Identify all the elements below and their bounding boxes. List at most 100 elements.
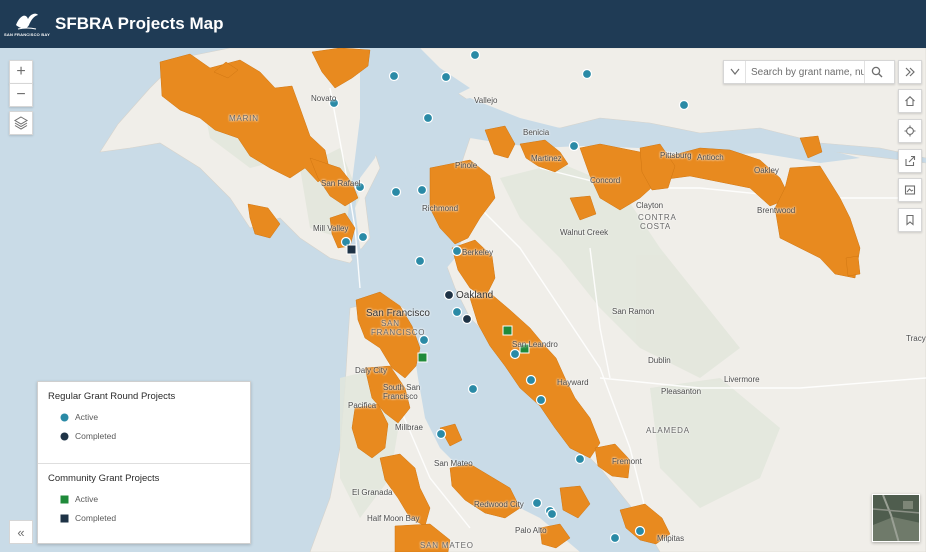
place-label: Benicia (523, 128, 550, 137)
place-label: Palo Alto (515, 526, 547, 535)
print-icon (904, 185, 916, 195)
place-label: Francisco (383, 392, 418, 401)
place-label: CONTRA (638, 213, 677, 222)
place-label: San Francisco (366, 308, 430, 319)
home-button[interactable] (898, 89, 922, 113)
search-icon (871, 66, 882, 78)
legend-label: Active (75, 412, 99, 422)
place-label: Concord (590, 176, 621, 185)
legend-item-community-completed: Completed (60, 513, 116, 523)
place-label: Martinez (531, 154, 562, 163)
project-point-active[interactable] (422, 112, 434, 124)
active-square-icon (60, 495, 69, 503)
project-point-active[interactable] (414, 255, 426, 267)
place-label: Vallejo (474, 96, 498, 105)
search-button[interactable] (864, 61, 888, 83)
layers-button[interactable] (9, 111, 33, 135)
legend-label: Completed (75, 513, 117, 523)
project-point-active[interactable] (609, 532, 621, 544)
layers-icon (14, 116, 28, 130)
sfbra-logo: SAN FRANCISCO BAY (4, 7, 50, 41)
project-point-active[interactable] (467, 383, 479, 395)
place-label: SAN MATEO (420, 541, 474, 550)
place-label: El Granada (352, 488, 393, 497)
community-point-completed[interactable] (346, 244, 357, 255)
place-label: Fremont (612, 457, 642, 466)
project-point-active[interactable] (509, 348, 521, 360)
double-chevron-right-icon (905, 67, 915, 77)
project-point-active[interactable] (525, 374, 537, 386)
basemap-toggle[interactable] (872, 494, 920, 542)
project-point-active[interactable] (416, 184, 428, 196)
project-point-active[interactable] (531, 497, 543, 509)
place-label: Tracy (906, 334, 926, 343)
place-label: Richmond (422, 204, 459, 213)
share-button[interactable] (898, 149, 922, 173)
bird-icon (16, 13, 38, 30)
zoom-out-button[interactable]: − (9, 83, 33, 107)
project-point-active[interactable] (388, 70, 400, 82)
legend-label: Completed (75, 431, 117, 441)
search-input[interactable] (746, 62, 864, 82)
place-label: Oakley (754, 166, 779, 175)
active-circle-icon (60, 413, 69, 421)
project-point-active[interactable] (581, 68, 593, 80)
project-point-active[interactable] (678, 99, 690, 111)
place-label: San Mateo (434, 459, 473, 468)
print-button[interactable] (898, 178, 922, 202)
place-label: Milpitas (657, 534, 685, 543)
bookmark-button[interactable] (898, 208, 922, 232)
project-point-active[interactable] (390, 186, 402, 198)
place-label: Novato (311, 94, 337, 103)
place-label: Redwood City (474, 500, 524, 509)
community-point-active[interactable] (417, 352, 428, 363)
place-label: Pacifica (348, 401, 377, 410)
search-source-dropdown[interactable] (724, 61, 746, 83)
project-point-active[interactable] (469, 49, 481, 61)
project-point-active[interactable] (546, 508, 558, 520)
chevron-down-icon (730, 68, 739, 75)
place-label: San Rafael (321, 179, 361, 188)
place-label: FRANCISCO (371, 328, 426, 337)
place-label: Berkeley (462, 248, 494, 257)
project-point-active[interactable] (451, 245, 463, 257)
bookmark-icon (906, 214, 914, 226)
completed-circle-icon (60, 432, 69, 440)
home-icon (905, 96, 915, 107)
project-point-active[interactable] (634, 525, 646, 537)
locate-button[interactable] (898, 119, 922, 143)
project-point-active[interactable] (451, 306, 463, 318)
project-point-active[interactable] (568, 140, 580, 152)
project-point-active[interactable] (357, 231, 369, 243)
place-label: Livermore (724, 375, 760, 384)
legend-panel: Regular Grant Round Projects Active Comp… (37, 381, 251, 544)
project-point-completed[interactable] (461, 313, 473, 325)
place-label: Clayton (636, 201, 664, 210)
expand-panel-button[interactable] (898, 60, 922, 84)
collapse-legend-button[interactable]: « (9, 520, 33, 544)
place-label: Oakland (456, 290, 494, 301)
project-point-active[interactable] (574, 453, 586, 465)
logo-text: SAN FRANCISCO BAY (4, 32, 50, 37)
share-icon (905, 155, 916, 167)
legend-item-completed: Completed (60, 431, 116, 441)
place-label: SAN (381, 319, 400, 328)
legend-item-active: Active (60, 412, 98, 422)
community-completed-points (346, 244, 357, 255)
place-label: Antioch (697, 153, 724, 162)
locate-icon (904, 125, 916, 137)
project-point-completed[interactable] (443, 289, 455, 301)
place-label: Daly City (355, 366, 388, 375)
place-label: South San (383, 383, 421, 392)
project-point-active[interactable] (535, 394, 547, 406)
project-point-active[interactable] (435, 428, 447, 440)
place-label: Millbrae (395, 423, 424, 432)
community-point-active[interactable] (502, 325, 513, 336)
legend-item-community-active: Active (60, 494, 98, 504)
completed-square-icon (60, 514, 69, 522)
app-header: SAN FRANCISCO BAY SFBRA Projects Map (0, 0, 926, 48)
satellite-thumbnail-icon (873, 495, 919, 541)
zoom-in-button[interactable]: + (9, 60, 33, 84)
legend-divider (38, 463, 250, 464)
project-point-active[interactable] (440, 71, 452, 83)
